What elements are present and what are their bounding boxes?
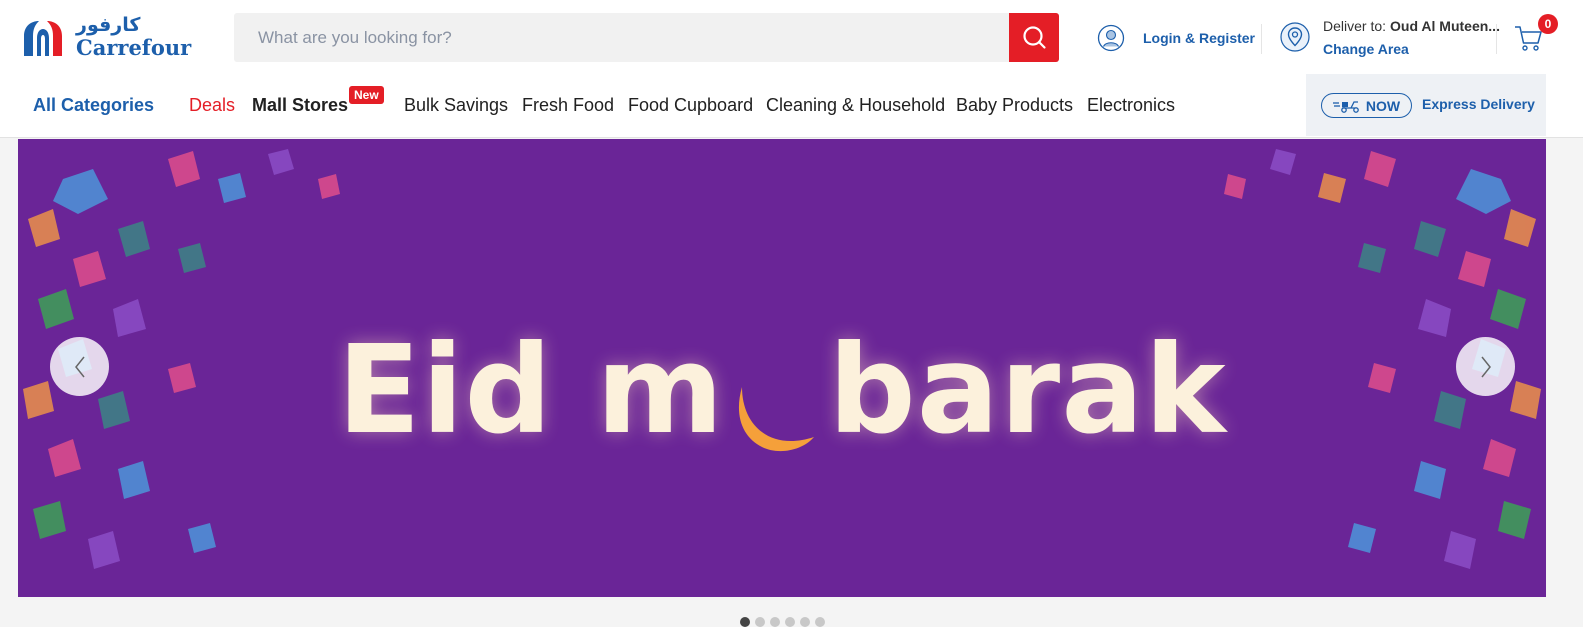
carousel-dot[interactable]: [800, 617, 810, 627]
site-header: كارفور Carrefour Login & Register Delive…: [0, 0, 1583, 138]
nav-item-electronics[interactable]: Electronics: [1087, 95, 1175, 116]
chevron-left-icon: [74, 356, 85, 377]
chevron-right-icon: [1480, 356, 1491, 377]
carousel-dot[interactable]: [770, 617, 780, 627]
carrefour-logo[interactable]: كارفور Carrefour: [20, 14, 200, 62]
all-categories-link[interactable]: All Categories: [33, 95, 154, 116]
search-bar: [234, 13, 1059, 62]
deliver-to-location: Oud Al Muteen...: [1390, 18, 1500, 34]
logo-english-text: Carrefour: [76, 35, 192, 60]
nav-item-food-cupboard[interactable]: Food Cupboard: [628, 95, 753, 116]
now-pill: NOW: [1321, 93, 1412, 118]
carrefour-logo-icon: [24, 21, 62, 56]
delivery-location[interactable]: Deliver to: Oud Al Muteen... Change Area: [1280, 17, 1500, 61]
carousel-dot[interactable]: [785, 617, 795, 627]
logo-arabic-text: كارفور: [76, 14, 141, 36]
nav-item-fresh-food[interactable]: Fresh Food: [522, 95, 614, 116]
deliver-to-text: Deliver to: Oud Al Muteen...: [1323, 18, 1500, 34]
banner-headline-right: barak: [828, 319, 1227, 461]
carousel-dot[interactable]: [740, 617, 750, 627]
scooter-icon: [1332, 100, 1359, 113]
change-area-link[interactable]: Change Area: [1323, 41, 1409, 57]
carousel-prev-button[interactable]: [50, 337, 109, 396]
location-pin-icon: [1280, 22, 1310, 52]
nav-item-bulk-savings[interactable]: Bulk Savings: [404, 95, 508, 116]
search-input[interactable]: [234, 13, 1009, 62]
hero-banner[interactable]: Eid m barak: [18, 139, 1546, 597]
header-divider: [1496, 24, 1497, 54]
deliver-to-prefix: Deliver to:: [1323, 18, 1387, 34]
nav-item-mall-stores[interactable]: Mall Stores: [252, 95, 348, 116]
express-delivery-button[interactable]: NOW Express Delivery: [1306, 74, 1546, 136]
carousel-next-button[interactable]: [1456, 337, 1515, 396]
cart-count-badge: 0: [1538, 14, 1558, 34]
banner-headline-left: Eid m: [337, 319, 725, 461]
nav-item-cleaning-household[interactable]: Cleaning & Household: [766, 95, 945, 116]
login-register-link[interactable]: Login & Register: [1097, 22, 1255, 54]
carousel-pagination: [740, 617, 825, 627]
user-icon: [1097, 24, 1125, 52]
search-icon: [1023, 25, 1046, 49]
category-nav: All Categories Deals Mall Stores New Bul…: [0, 74, 1306, 136]
cart-button[interactable]: 0: [1514, 14, 1558, 55]
carousel-dot[interactable]: [755, 617, 765, 627]
search-button[interactable]: [1009, 13, 1059, 62]
carousel-dot[interactable]: [815, 617, 825, 627]
express-delivery-label: Express Delivery: [1422, 96, 1535, 112]
crescent-moon-icon: [738, 387, 814, 452]
nav-item-baby-products[interactable]: Baby Products: [956, 95, 1073, 116]
nav-item-deals[interactable]: Deals: [189, 95, 235, 116]
login-register-label: Login & Register: [1143, 30, 1256, 46]
new-badge: New: [349, 86, 384, 104]
now-label: NOW: [1365, 97, 1401, 114]
header-divider: [1261, 24, 1262, 54]
